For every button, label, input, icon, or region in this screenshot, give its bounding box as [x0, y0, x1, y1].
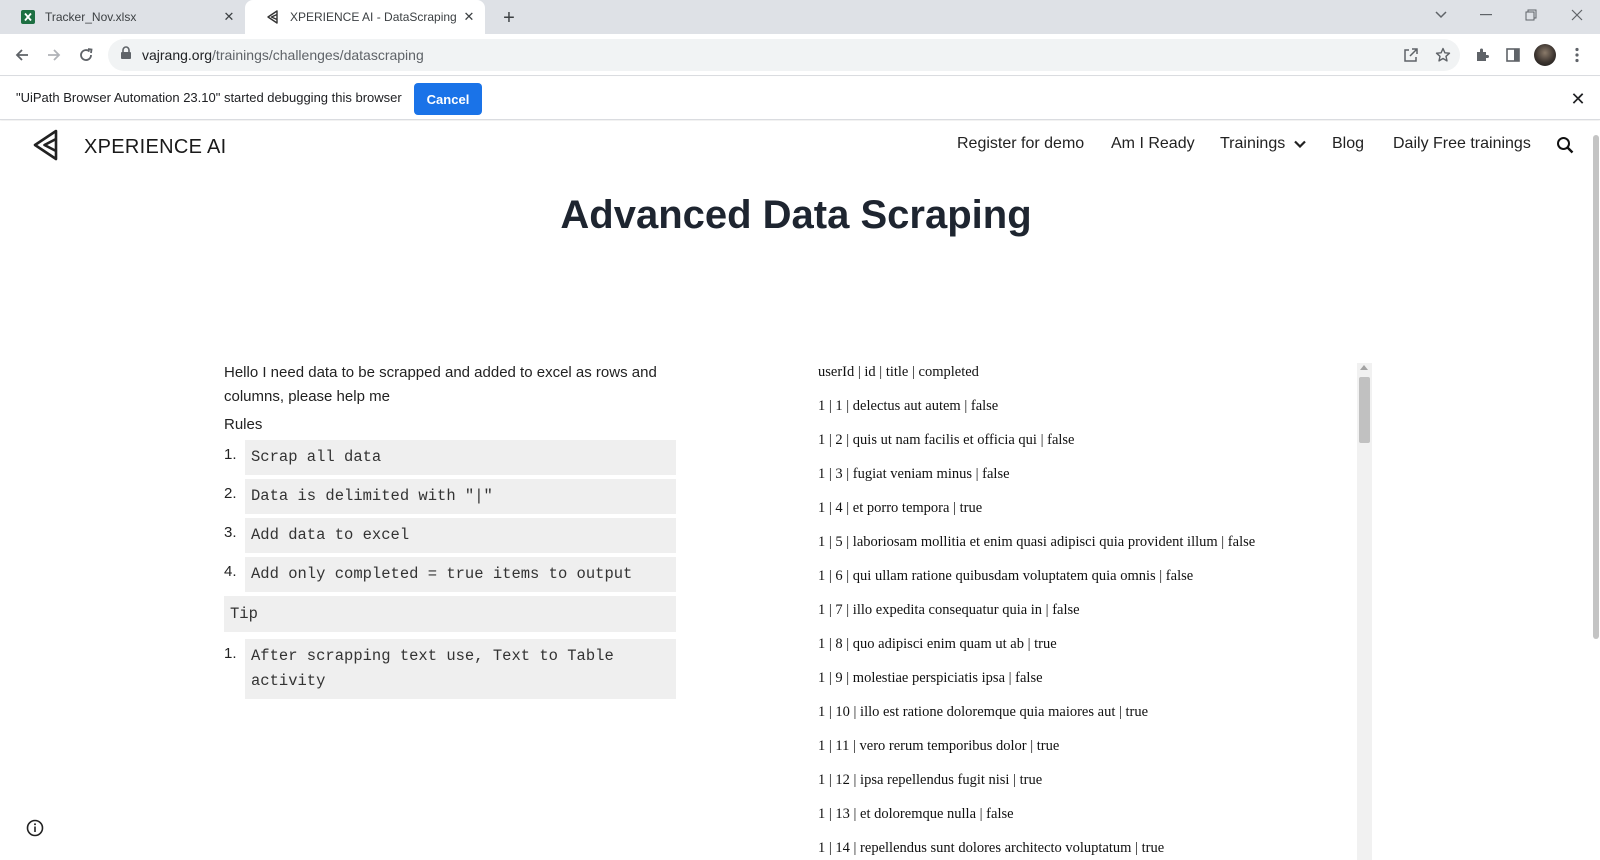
brand-name: XPERIENCE AI: [84, 136, 227, 158]
data-line: 1 | 1 | delectus aut autem | false: [818, 398, 999, 414]
data-line: 1 | 9 | molestiae perspiciatis ipsa | fa…: [818, 670, 1043, 686]
data-line: 1 | 7 | illo expedita consequatur quia i…: [818, 602, 1080, 618]
side-panel-icon[interactable]: [1500, 42, 1526, 68]
bookmark-star-icon[interactable]: [1430, 42, 1456, 68]
nav-register-for-demo[interactable]: Register for demo: [957, 135, 1084, 153]
data-lines: userId | id | title | completed 1 | 1 | d…: [818, 361, 1348, 860]
debugging-infobar: "UiPath Browser Automation 23.10" starte…: [0, 77, 1600, 120]
tab-tracker-nov[interactable]: Tracker_Nov.xlsx ✕: [0, 0, 245, 34]
close-tab-icon[interactable]: ✕: [219, 7, 239, 27]
address-bar[interactable]: vajrang.org/trainings/challenges/datascr…: [108, 39, 1460, 71]
list-item: 2. Data is delimited with "|": [224, 479, 676, 514]
data-line: 1 | 14 | repellendus sunt dolores archit…: [818, 840, 1165, 856]
nav-daily-free-trainings[interactable]: Daily Free trainings: [1393, 135, 1531, 153]
forward-icon[interactable]: [40, 41, 68, 69]
chevron-down-icon: [1293, 135, 1306, 153]
infobar-message: "UiPath Browser Automation 23.10" starte…: [16, 90, 402, 105]
list-number: 1.: [224, 446, 237, 463]
url-path: /trainings/challenges/datascraping: [212, 47, 424, 63]
data-line: 1 | 12 | ipsa repellendus fugit nisi | t…: [818, 772, 1043, 788]
extensions-icon[interactable]: [1469, 42, 1495, 68]
rule-text: Add data to excel: [245, 518, 676, 553]
browser-toolbar: vajrang.org/trainings/challenges/datascr…: [0, 34, 1600, 76]
tip-label: Tip: [224, 596, 676, 632]
list-item: 4. Add only completed = true items to ou…: [224, 557, 676, 592]
back-icon[interactable]: [8, 41, 36, 69]
nav-trainings[interactable]: Trainings: [1220, 135, 1306, 153]
data-line: 1 | 5 | laboriosam mollitia et enim quas…: [818, 534, 1256, 550]
scroll-up-arrow-icon[interactable]: [1360, 365, 1368, 370]
list-item: 3. Add data to excel: [224, 518, 676, 553]
nav-am-i-ready[interactable]: Am I Ready: [1111, 135, 1195, 153]
data-panel-scrollbar[interactable]: [1357, 363, 1372, 860]
share-icon[interactable]: [1398, 42, 1424, 68]
rules-label: Rules: [224, 416, 263, 433]
tips-list: 1. After scrapping text use, Text to Tab…: [224, 639, 676, 699]
list-number: 4.: [224, 563, 237, 580]
data-line: 1 | 2 | quis ut nam facilis et officia q…: [818, 432, 1075, 448]
tab-title: Tracker_Nov.xlsx: [45, 10, 137, 24]
tab-datascraping[interactable]: XPERIENCE AI - DataScraping ✕: [245, 0, 485, 34]
rules-list: 1. Scrap all data 2. Data is delimited w…: [224, 440, 676, 592]
data-line: 1 | 10 | illo est ratione doloremque qui…: [818, 704, 1149, 720]
page-scrollbar-thumb[interactable]: [1593, 135, 1599, 639]
tab-title: XPERIENCE AI - DataScraping: [290, 10, 457, 24]
rule-text: Add only completed = true items to outpu…: [245, 557, 676, 592]
close-tab-icon[interactable]: ✕: [459, 7, 479, 27]
site-brand[interactable]: XPERIENCE AI: [32, 129, 227, 166]
data-line: 1 | 13 | et doloremque nulla | false: [818, 806, 1014, 822]
xperience-logo-icon: [265, 9, 281, 25]
list-item: 1. After scrapping text use, Text to Tab…: [224, 639, 676, 699]
tip-text: After scrapping text use, Text to Table …: [245, 639, 676, 699]
url-text: vajrang.org/trainings/challenges/datascr…: [142, 47, 424, 63]
info-icon[interactable]: [26, 819, 44, 842]
xperience-logo-icon: [32, 129, 60, 166]
cancel-button[interactable]: Cancel: [414, 83, 482, 115]
data-line: 1 | 8 | quo adipisci enim quam ut ab | t…: [818, 636, 1057, 652]
list-number: 2.: [224, 485, 237, 502]
scrollbar-thumb[interactable]: [1359, 377, 1370, 443]
intro-text: Hello I need data to be scrapped and add…: [224, 364, 657, 405]
profile-avatar[interactable]: [1532, 42, 1558, 68]
page-scrollbar[interactable]: [1592, 121, 1600, 860]
data-line: 1 | 3 | fugiat veniam minus | false: [818, 466, 1010, 482]
reload-icon[interactable]: [72, 41, 100, 69]
rule-text: Data is delimited with "|": [245, 479, 676, 514]
page-title: Advanced Data Scraping: [560, 193, 1032, 237]
list-item: 1. Scrap all data: [224, 440, 676, 475]
data-header-line: userId | id | title | completed: [818, 364, 979, 380]
nav-blog[interactable]: Blog: [1332, 135, 1364, 153]
lock-icon[interactable]: [120, 45, 132, 65]
minimize-icon[interactable]: [1463, 0, 1509, 30]
data-line: 1 | 11 | vero rerum temporibus dolor | t…: [818, 738, 1060, 754]
close-window-icon[interactable]: [1554, 0, 1600, 30]
data-line: 1 | 4 | et porro tempora | true: [818, 500, 983, 516]
new-tab-icon[interactable]: +: [497, 6, 521, 30]
data-line: 1 | 6 | qui ullam ratione quibusdam volu…: [818, 568, 1194, 584]
url-domain: vajrang.org: [142, 47, 213, 63]
nav-trainings-label: Trainings: [1220, 135, 1286, 153]
more-menu-icon[interactable]: [1564, 42, 1590, 68]
tab-search-icon[interactable]: [1418, 0, 1464, 30]
excel-icon: [20, 9, 36, 25]
restore-icon[interactable]: [1508, 0, 1554, 30]
close-infobar-icon[interactable]: ✕: [1566, 87, 1590, 111]
list-number: 3.: [224, 524, 237, 541]
list-number: 1.: [224, 645, 237, 662]
search-icon[interactable]: [1556, 136, 1574, 159]
data-scroll-panel[interactable]: userId | id | title | completed 1 | 1 | d…: [808, 357, 1371, 860]
tab-strip: Tracker_Nov.xlsx ✕ XPERIENCE AI - DataSc…: [0, 0, 1600, 34]
instructions-panel: Hello I need data to be scrapped and add…: [224, 361, 676, 703]
rule-text: Scrap all data: [245, 440, 676, 475]
